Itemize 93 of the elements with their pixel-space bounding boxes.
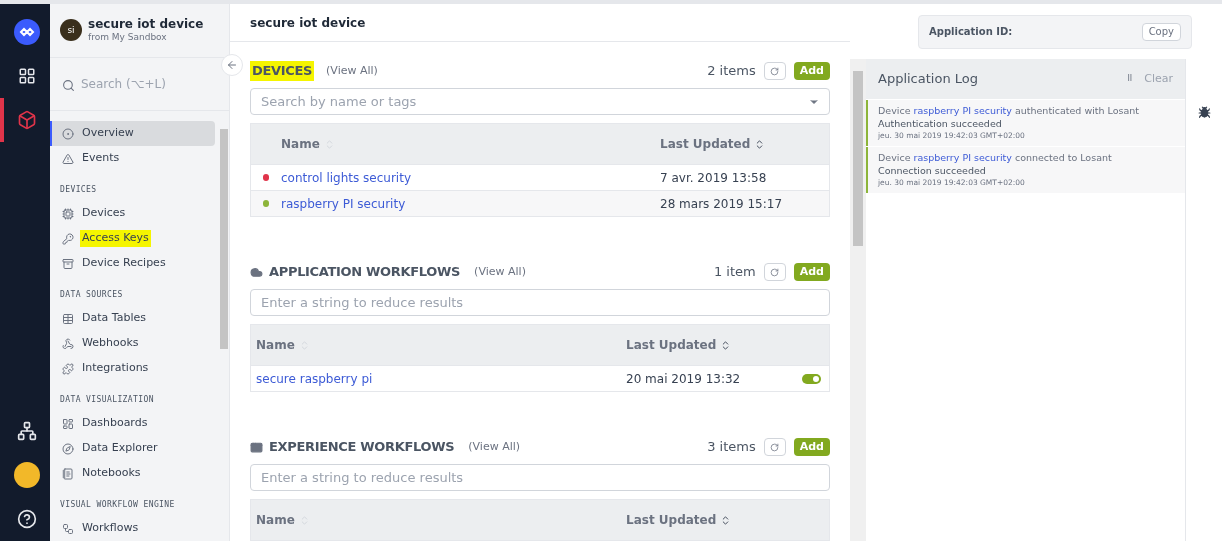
highlight-mark: Events xyxy=(81,150,121,167)
column-header[interactable]: Name xyxy=(281,135,320,153)
app-name: secure iot device xyxy=(88,17,204,33)
log-message: Device raspberry PI security authenticated with Losant xyxy=(878,104,1141,117)
cloud-icon xyxy=(250,265,263,279)
circle-icon xyxy=(62,127,74,140)
column-header[interactable]: Name xyxy=(256,511,295,529)
search-field[interactable]: Enter a string to reduce results xyxy=(250,464,830,491)
nav-item[interactable]: Workflows xyxy=(50,516,215,541)
nav-heading: DATA VISUALIZATION xyxy=(59,394,155,406)
app-avatar: si xyxy=(60,19,82,42)
highlight-mark: Devices xyxy=(81,205,127,222)
highlight-mark: Access Keys xyxy=(80,230,151,247)
device-link[interactable]: raspberry PI security xyxy=(913,152,1012,163)
copy-button[interactable]: Copy xyxy=(1141,22,1181,41)
section-title: APPLICATION WORKFLOWS xyxy=(268,263,462,282)
workflow-icon xyxy=(62,522,74,535)
column-header[interactable]: Last Updated xyxy=(626,511,717,529)
table-link[interactable]: control lights security xyxy=(281,168,660,187)
dashboard-icon xyxy=(62,417,74,430)
highlight-mark: Integrations xyxy=(81,360,150,377)
view-all-link[interactable]: (View All) xyxy=(474,263,526,281)
highlight-mark: Workflows xyxy=(81,520,140,537)
nav-item[interactable]: Data Explorer xyxy=(50,436,215,461)
item-count: 3 items xyxy=(707,438,756,457)
table-cell-text: 20 mai 2019 13:32 xyxy=(626,370,741,388)
nav-item[interactable]: Webhooks xyxy=(50,331,215,356)
nav-heading: DEVICES xyxy=(59,184,98,196)
puzzle-icon xyxy=(62,362,74,375)
highlight-mark: Device Recipes xyxy=(81,255,167,272)
back-arrow-icon xyxy=(226,59,238,71)
column-header[interactable]: Last Updated xyxy=(660,135,751,153)
section-title: DEVICES xyxy=(250,61,315,81)
table-icon xyxy=(62,312,74,325)
toggle-switch[interactable] xyxy=(802,373,821,384)
view-all-link[interactable]: (View All) xyxy=(326,62,378,80)
nav-item[interactable]: Dashboards xyxy=(50,411,215,436)
chip-icon xyxy=(62,207,74,220)
webhook-icon xyxy=(62,337,74,350)
item-count: 1 item xyxy=(713,263,756,282)
highlight-mark: Data Tables xyxy=(81,310,147,327)
key-icon xyxy=(62,232,74,245)
log-message: Device raspberry PI security connected to Losant xyxy=(878,151,1113,164)
nav-item[interactable]: Devices xyxy=(50,201,215,226)
nav-item[interactable]: Data Tables xyxy=(50,306,215,331)
log-status: Connection succeeded xyxy=(878,164,987,177)
search-field[interactable]: Enter a string to reduce results xyxy=(250,289,830,316)
warning-icon xyxy=(62,152,74,165)
table-cell-text: 28 mars 2019 15:17 xyxy=(660,195,783,213)
nav-item[interactable]: Device Recipes xyxy=(50,251,215,276)
nav-item[interactable]: Notebooks xyxy=(50,461,215,486)
search-icon xyxy=(62,78,75,92)
refresh-button[interactable] xyxy=(763,438,786,456)
page-title: secure iot device xyxy=(250,14,366,32)
highlight-mark: Dashboards xyxy=(81,415,149,432)
nav-heading: VISUAL WORKFLOW ENGINE xyxy=(59,499,176,511)
device-link[interactable]: raspberry PI security xyxy=(913,105,1012,116)
column-header[interactable]: Name xyxy=(256,336,295,354)
search-field[interactable]: Search (⌥+L) xyxy=(62,74,217,93)
table-link[interactable]: raspberry PI security xyxy=(281,194,660,213)
collapse-button[interactable] xyxy=(221,54,243,76)
pause-button[interactable]: II xyxy=(1127,73,1133,85)
refresh-icon xyxy=(770,442,780,452)
refresh-icon xyxy=(770,66,780,76)
refresh-icon xyxy=(770,267,780,277)
notebook-icon xyxy=(62,467,74,480)
app-source: from My Sandbox xyxy=(88,32,168,44)
table-link[interactable]: secure raspberry pi xyxy=(251,369,626,388)
nav-heading: DATA SOURCES xyxy=(59,289,124,301)
item-count: 2 items xyxy=(707,62,756,81)
highlight-mark: Notebooks xyxy=(81,465,142,482)
scrollbar[interactable] xyxy=(850,59,866,541)
log-title: Application Log xyxy=(878,70,978,89)
view-all-link[interactable]: (View All) xyxy=(468,438,521,456)
column-header[interactable]: Last Updated xyxy=(626,336,717,354)
highlight-mark: Overview xyxy=(81,125,135,142)
nav-item[interactable]: Integrations xyxy=(50,356,215,381)
section-title: EXPERIENCE WORKFLOWS xyxy=(268,438,456,457)
search-field[interactable]: Search by name or tags xyxy=(250,88,830,115)
nav-item[interactable]: Overview xyxy=(50,121,215,146)
bug-icon[interactable] xyxy=(1197,105,1211,119)
highlight-mark: Webhooks xyxy=(81,335,140,352)
refresh-button[interactable] xyxy=(763,263,786,281)
archive-icon xyxy=(62,257,74,270)
window-icon xyxy=(250,440,263,454)
refresh-button[interactable] xyxy=(763,62,786,80)
table-cell-text: 7 avr. 2019 13:58 xyxy=(660,169,767,187)
nav-item[interactable]: Events xyxy=(50,146,215,171)
highlight-mark: Data Explorer xyxy=(81,440,159,457)
compass-icon xyxy=(62,442,74,455)
app-id-label: Application ID: xyxy=(929,25,1013,39)
log-status: Authentication succeeded xyxy=(878,117,1003,130)
nav-item[interactable]: Access Keys xyxy=(50,226,215,251)
